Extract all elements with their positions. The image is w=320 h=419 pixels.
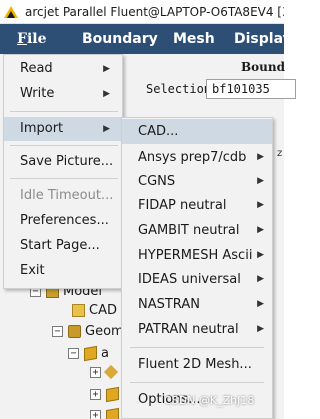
menu-file[interactable]: File	[13, 31, 51, 47]
menu-file-rest: ile	[26, 31, 47, 47]
import-cad[interactable]: CAD...	[122, 119, 272, 144]
menu-item-label: Import	[20, 121, 64, 136]
menu-item-label: Idle Timeout...	[20, 188, 114, 203]
menu-item-label: CGNS	[138, 174, 176, 189]
file-menu-exit[interactable]: Exit	[4, 259, 122, 283]
expand-toggle-icon[interactable]: +	[90, 409, 101, 419]
menu-display[interactable]: Display	[234, 31, 284, 47]
menu-separator	[10, 145, 118, 146]
submenu-arrow-icon: ▶	[257, 152, 264, 162]
tree-item-label: Geom	[85, 323, 124, 339]
import-hypermesh[interactable]: HYPERMESH Ascii ▶	[122, 243, 272, 268]
submenu-arrow-icon: ▶	[257, 324, 264, 334]
submenu-arrow-icon: ▶	[257, 274, 264, 284]
tree-item-a[interactable]: − a	[68, 344, 109, 362]
menu-item-label: Read	[20, 61, 53, 76]
import-ansys[interactable]: Ansys prep7/cdb ▶	[122, 145, 272, 170]
selection-input[interactable]: bf101035	[206, 79, 296, 99]
menu-separator	[10, 111, 118, 112]
menu-mesh[interactable]: Mesh	[173, 31, 215, 47]
import-fluent-2d-mesh[interactable]: Fluent 2D Mesh...	[122, 352, 272, 377]
submenu-arrow-icon: ▶	[257, 250, 264, 260]
cad-icon	[72, 303, 85, 317]
watermark: CSDN @K_ZhJ18	[164, 394, 255, 407]
panel-title: Bound	[241, 60, 285, 74]
menu-file-mnemonic: F	[17, 31, 27, 47]
menu-item-label: Save Picture...	[20, 154, 114, 169]
menu-item-label: IDEAS universal	[138, 272, 241, 287]
import-patran[interactable]: PATRAN neutral ▶	[122, 317, 272, 342]
menu-item-label: Write	[20, 86, 55, 101]
menu-item-label: Exit	[20, 263, 45, 278]
pencil-icon	[103, 364, 119, 380]
tree-item-cad[interactable]: CAD	[72, 301, 117, 319]
submenu-arrow-icon: ▶	[103, 124, 110, 134]
menu-separator	[130, 382, 264, 383]
fluent-app-icon	[3, 3, 19, 20]
menu-item-label: FIDAP neutral	[138, 198, 227, 213]
menu-separator	[10, 178, 118, 179]
body-icon	[106, 386, 119, 402]
import-ideas[interactable]: IDEAS universal ▶	[122, 267, 272, 292]
menu-item-label: Preferences...	[20, 213, 109, 228]
menu-bar: File Boundary Mesh Display	[0, 24, 284, 54]
submenu-arrow-icon: ▶	[103, 89, 110, 99]
import-nastran[interactable]: NASTRAN ▶	[122, 292, 272, 317]
submenu-arrow-icon: ▶	[103, 64, 110, 74]
expand-toggle-icon[interactable]: +	[90, 366, 101, 378]
submenu-arrow-icon: ▶	[257, 200, 264, 210]
file-menu-idle-timeout: Idle Timeout...	[4, 184, 122, 208]
tree-item-label: CAD	[89, 302, 117, 318]
menu-item-label: Start Page...	[20, 238, 100, 253]
tree-item-label: a	[101, 345, 109, 361]
import-cgns[interactable]: CGNS ▶	[122, 169, 272, 194]
expand-toggle-icon[interactable]: +	[90, 388, 101, 400]
menu-item-label: Fluent 2D Mesh...	[138, 357, 252, 372]
menu-boundary[interactable]: Boundary	[82, 31, 158, 47]
import-fidap[interactable]: FIDAP neutral ▶	[122, 193, 272, 218]
file-menu-write[interactable]: Write ▶	[4, 82, 122, 106]
menu-item-label: CAD...	[138, 124, 179, 139]
submenu-arrow-icon: ▶	[257, 176, 264, 186]
tree-item-geometry[interactable]: − Geom	[52, 322, 124, 340]
import-submenu: CAD... Ansys prep7/cdb ▶ CGNS ▶ FIDAP ne…	[121, 117, 273, 419]
body-icon	[84, 345, 97, 361]
menu-item-label: NASTRAN	[138, 297, 200, 312]
menu-item-label: GAMBIT neutral	[138, 223, 240, 238]
geometry-icon	[68, 324, 81, 338]
selection-label: Selection	[146, 82, 212, 96]
menu-separator	[130, 347, 264, 348]
file-menu-start-page[interactable]: Start Page...	[4, 234, 122, 258]
file-menu-read[interactable]: Read ▶	[4, 57, 122, 81]
file-menu-preferences[interactable]: Preferences...	[4, 209, 122, 233]
menu-item-label: PATRAN neutral	[138, 322, 239, 337]
file-menu-save-picture[interactable]: Save Picture...	[4, 150, 122, 174]
menu-item-label: HYPERMESH Ascii	[138, 248, 253, 263]
file-menu: Read ▶ Write ▶ Import ▶ Save Picture... …	[3, 54, 123, 289]
file-menu-import[interactable]: Import ▶	[4, 117, 122, 141]
import-gambit[interactable]: GAMBIT neutral ▶	[122, 218, 272, 243]
body-icon	[106, 407, 119, 419]
submenu-arrow-icon: ▶	[257, 299, 264, 309]
collapse-toggle-icon[interactable]: −	[52, 325, 63, 337]
panel-fragment: z	[277, 148, 283, 159]
submenu-arrow-icon: ▶	[257, 225, 264, 235]
tree-item-child[interactable]: +	[90, 363, 120, 381]
window-title: arcjet Parallel Fluent@LAPTOP-O6TA8EV4 […	[25, 4, 284, 19]
title-bar: arcjet Parallel Fluent@LAPTOP-O6TA8EV4 […	[0, 0, 284, 24]
collapse-toggle-icon[interactable]: −	[68, 347, 79, 359]
menu-item-label: Ansys prep7/cdb	[138, 150, 247, 165]
